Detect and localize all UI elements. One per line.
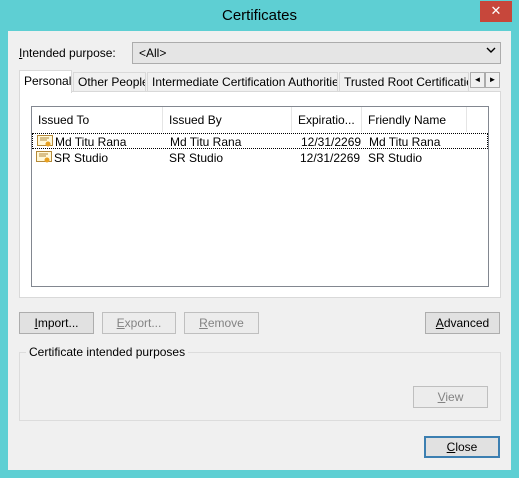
tab-scroll-left-button[interactable]: ◄: [470, 72, 485, 88]
dialog-client-area: Intended purpose: <All> Personal Other P…: [8, 31, 511, 470]
remove-button[interactable]: Remove: [184, 312, 259, 334]
chevron-down-icon: [486, 45, 496, 58]
cell-issued-by: Md Titu Rana: [170, 135, 242, 149]
tab-other-people[interactable]: Other People: [73, 72, 146, 92]
cell-expiration: 12/31/2269: [300, 151, 361, 165]
intended-purpose-value: <All>: [139, 46, 167, 60]
window-title: Certificates: [221, 7, 298, 24]
tab-intermediate-certification-authorities[interactable]: Intermediate Certification Authorities: [147, 72, 338, 92]
intended-purpose-dropdown[interactable]: <All>: [132, 42, 501, 64]
cell-issued-to: SR Studio: [54, 151, 109, 165]
arrow-right-icon: ►: [488, 75, 497, 84]
table-row[interactable]: Md Titu Rana Md Titu Rana 12/31/2269 Md …: [32, 133, 488, 149]
column-header-expiration[interactable]: Expiratio...: [292, 107, 362, 132]
view-button[interactable]: View: [413, 386, 488, 408]
group-label: Certificate intended purposes: [26, 345, 189, 359]
certificate-list[interactable]: Issued To Issued By Expiratio... Friendl…: [31, 106, 489, 287]
column-header-friendly-name[interactable]: Friendly Name: [362, 107, 467, 132]
intended-purpose-label: Intended purpose:: [19, 46, 116, 60]
cell-friendly-name: Md Titu Rana: [369, 135, 441, 149]
tab-trusted-root-certification[interactable]: Trusted Root Certification: [339, 72, 469, 92]
table-row[interactable]: SR Studio SR Studio 12/31/2269 SR Studio: [32, 150, 488, 166]
certificate-icon: [37, 135, 53, 148]
import-button[interactable]: Import...: [19, 312, 94, 334]
certificates-window: Certificates ✕ Intended purpose: <All> P…: [0, 0, 519, 478]
cell-expiration: 12/31/2269: [301, 135, 362, 149]
certificate-icon: [36, 151, 52, 164]
window-close-button[interactable]: ✕: [480, 1, 512, 22]
column-header-issued-by[interactable]: Issued By: [163, 107, 292, 132]
tab-personal[interactable]: Personal: [19, 70, 72, 93]
arrow-left-icon: ◄: [473, 75, 482, 84]
cell-issued-by: SR Studio: [169, 151, 224, 165]
certificate-list-header: Issued To Issued By Expiratio... Friendl…: [32, 107, 488, 132]
cell-issued-to: Md Titu Rana: [55, 135, 127, 149]
column-header-issued-to[interactable]: Issued To: [32, 107, 163, 132]
certificate-store-tabs: Personal Other People Intermediate Certi…: [19, 70, 501, 93]
personal-tab-panel: Issued To Issued By Expiratio... Friendl…: [19, 91, 501, 298]
close-button[interactable]: Close: [424, 436, 500, 458]
advanced-button[interactable]: Advanced: [425, 312, 500, 334]
tab-scroll-right-button[interactable]: ►: [485, 72, 500, 88]
cell-friendly-name: SR Studio: [368, 151, 423, 165]
export-button[interactable]: Export...: [102, 312, 176, 334]
title-bar[interactable]: Certificates ✕: [0, 0, 519, 31]
close-icon: ✕: [490, 3, 502, 18]
